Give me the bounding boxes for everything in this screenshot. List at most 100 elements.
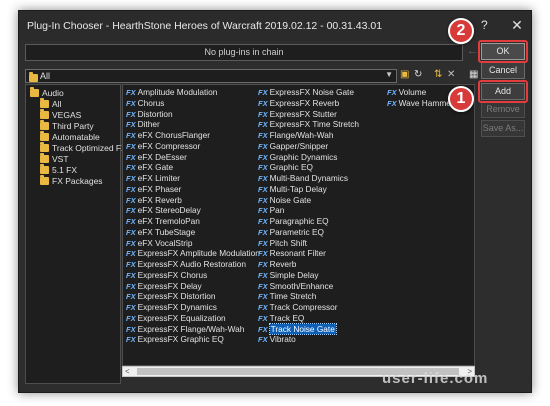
cancel-button[interactable]: Cancel [481, 62, 525, 79]
fx-icon: FX [258, 174, 268, 183]
scroll-left-icon[interactable]: < [125, 367, 130, 376]
plugin-item[interactable]: FX ExpressFX Noise Gate [258, 87, 359, 98]
plugin-item[interactable]: FX eFX VocalStrip [126, 238, 260, 249]
plugin-item[interactable]: FX Chorus [126, 98, 260, 109]
plugin-name: Parametric EQ [269, 226, 324, 237]
tree-item-vst[interactable]: VST [40, 153, 69, 165]
tree-item-5-1-fx[interactable]: 5.1 FX [40, 164, 77, 176]
plugin-column-2: FX ExpressFX Noise Gate FX ExpressFX Reverb… [258, 87, 359, 345]
plugin-item[interactable]: FX ExpressFX Distortion [126, 291, 260, 302]
plugin-name: ExpressFX Noise Gate [269, 87, 354, 97]
folder-icon [40, 153, 49, 163]
export-icon[interactable]: ▣ [400, 69, 409, 80]
plugin-item[interactable]: FX eFX StereoDelay [126, 205, 260, 216]
fx-icon: FX [387, 88, 397, 97]
folder-select[interactable]: All ▼ [25, 69, 397, 83]
plugin-item[interactable]: FX ExpressFX Chorus [126, 270, 260, 281]
plugin-name: Track Noise Gate [268, 322, 337, 335]
plugin-item[interactable]: FX Wave Hammer [387, 98, 454, 109]
plugin-item[interactable]: FX Gapper/Snipper [258, 141, 359, 152]
sort-icon[interactable]: ⇅ [434, 69, 442, 80]
remove-button[interactable]: Remove [481, 101, 525, 118]
tree-item-track-optimized-fx[interactable]: Track Optimized FX [40, 142, 127, 154]
close-icon[interactable]: ✕ [507, 15, 527, 35]
plugin-item[interactable]: FX Volume [387, 87, 454, 98]
plugin-item[interactable]: FX ExpressFX Reverb [258, 98, 359, 109]
plugin-item[interactable]: FX eFX Reverb [126, 195, 260, 206]
plugin-item[interactable]: FX eFX ChorusFlanger [126, 130, 260, 141]
plugin-item[interactable]: FX Graphic EQ [258, 162, 359, 173]
plugin-item[interactable]: FX Reverb [258, 259, 359, 270]
plugin-item[interactable]: FX Simple Delay [258, 270, 359, 281]
plugin-item[interactable]: FX Parametric EQ [258, 227, 359, 238]
plugin-name: Vibrato [269, 334, 296, 345]
plugin-item[interactable]: FX eFX TubeStage [126, 227, 260, 238]
plugin-name: Track Compressor [269, 302, 338, 312]
plugin-item[interactable]: FX Smooth/Enhance [258, 281, 359, 292]
fx-icon: FX [258, 249, 268, 259]
plugin-item[interactable]: FX ExpressFX Dynamics [126, 302, 260, 313]
plugin-item[interactable]: FX Track Compressor [258, 302, 359, 313]
window-title: Plug-In Chooser - HearthStone Heroes of … [27, 20, 383, 32]
help-icon[interactable]: ? [481, 18, 488, 32]
fx-icon: FX [126, 227, 136, 237]
plugin-item[interactable]: FX ExpressFX Delay [126, 281, 260, 292]
fx-icon: FX [126, 131, 136, 140]
plugin-item[interactable]: FX Paragraphic EQ [258, 216, 359, 227]
plugin-item[interactable]: FX ExpressFX Time Stretch [258, 119, 359, 130]
fx-icon: FX [258, 163, 268, 173]
plugin-item[interactable]: FX Flange/Wah-Wah [258, 130, 359, 141]
plugin-item[interactable]: FX Pan [258, 205, 359, 216]
plugin-item[interactable]: FX eFX DeEsser [126, 152, 260, 163]
tree-item-third-party[interactable]: Third Party [40, 120, 94, 132]
plugin-item[interactable]: FX eFX TremoloPan [126, 216, 260, 227]
tree-item-audio[interactable]: Audio [30, 87, 64, 99]
save-as-button[interactable]: Save As... [481, 120, 525, 137]
plugin-item[interactable]: FX eFX Phaser [126, 184, 260, 195]
plugin-name: eFX Reverb [137, 194, 182, 205]
plugin-item[interactable]: FX Track EQ [258, 313, 359, 324]
plugin-item[interactable]: FX ExpressFX Flange/Wah-Wah [126, 324, 260, 335]
plugin-item[interactable]: FX Track Noise Gate [258, 322, 359, 335]
plugin-item[interactable]: FX ExpressFX Amplitude Modulation [126, 248, 260, 259]
plugin-item[interactable]: FX Pitch Shift [258, 238, 359, 249]
tree-item-automatable[interactable]: Automatable [40, 131, 100, 143]
plugin-name: Graphic Dynamics [269, 151, 338, 162]
plugin-name: Volume [398, 87, 427, 97]
view-icon[interactable]: ▦ [469, 69, 478, 80]
ok-button-highlight [478, 40, 528, 63]
plugin-item[interactable]: FX Dither [126, 119, 260, 130]
fx-icon: FX [387, 98, 397, 108]
plugin-item[interactable]: FX Time Stretch [258, 291, 359, 302]
plugin-name: ExpressFX Audio Restoration [137, 259, 246, 269]
plugin-item[interactable]: FX Distortion [126, 109, 260, 120]
plugin-item[interactable]: FX Noise Gate [258, 195, 359, 206]
plugin-item[interactable]: FX Graphic Dynamics [258, 152, 359, 163]
plugin-item[interactable]: FX eFX Gate [126, 162, 260, 173]
plugin-item[interactable]: FX eFX Limiter [126, 173, 260, 184]
delete-icon[interactable]: ✕ [447, 69, 455, 80]
plugin-item[interactable]: FX ExpressFX Audio Restoration [126, 259, 260, 270]
refresh-icon[interactable]: ↻ [414, 69, 422, 80]
plugin-item[interactable]: FX Resonant Filter [258, 248, 359, 259]
plugin-name: eFX DeEsser [137, 151, 187, 162]
plugin-chain-bar[interactable]: No plug-ins in chain [25, 44, 463, 61]
plugin-name: eFX TremoloPan [137, 216, 200, 226]
plugin-list: FX Amplitude Modulation FX Chorus FX Distorti… [122, 84, 475, 366]
plugin-item[interactable]: FX ExpressFX Equalization [126, 313, 260, 324]
plugin-item[interactable]: FX ExpressFX Stutter [258, 109, 359, 120]
plugin-item[interactable]: FX Multi-Tap Delay [258, 184, 359, 195]
fx-icon: FX [258, 98, 268, 108]
plugin-item[interactable]: FX ExpressFX Graphic EQ [126, 334, 260, 345]
plugin-name: Gapper/Snipper [269, 140, 329, 151]
fx-icon: FX [126, 206, 136, 216]
step-1-badge: 1 [448, 86, 474, 112]
plugin-name: Paragraphic EQ [269, 216, 329, 226]
plugin-name: ExpressFX Delay [137, 280, 202, 291]
plugin-item[interactable]: FX Vibrato [258, 334, 359, 345]
plugin-item[interactable]: FX eFX Compressor [126, 141, 260, 152]
tree-item-vegas[interactable]: VEGAS [40, 109, 81, 121]
plugin-item[interactable]: FX Multi-Band Dynamics [258, 173, 359, 184]
tree-item-fx-packages[interactable]: FX Packages [40, 175, 103, 187]
plugin-item[interactable]: FX Amplitude Modulation [126, 87, 260, 98]
